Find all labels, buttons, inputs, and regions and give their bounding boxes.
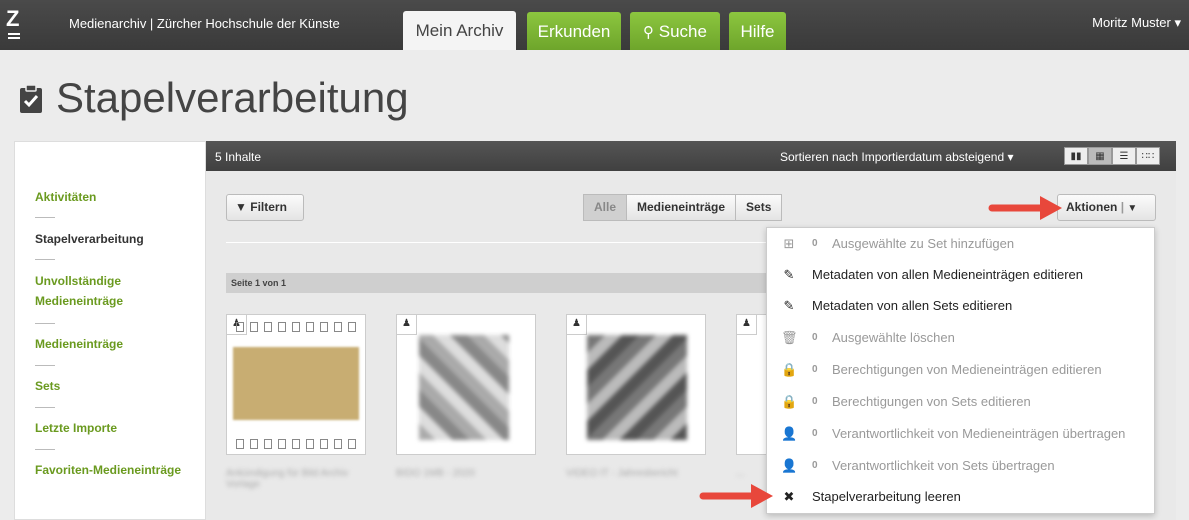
selected-count: 0 <box>812 428 818 439</box>
app-title[interactable]: Medienarchiv | Zürcher Hochschule der Kü… <box>69 16 340 31</box>
zhdk-logo[interactable]: Z <box>6 8 28 42</box>
trash-icon: 🗑 <box>781 330 798 345</box>
page-indicator: Seite 1 von 1 <box>226 273 766 293</box>
result-count: 5 Inhalte <box>215 150 262 164</box>
thumbnail-image <box>419 335 509 440</box>
menu-item-label: Berechtigungen von Sets editieren <box>832 394 1031 409</box>
thumbnail-caption: VIDEO IT - Jahresbericht <box>566 468 678 479</box>
menu-item-delete-selected[interactable]: 🗑 0 Ausgewählte löschen <box>767 322 1154 354</box>
sidebar-item-sets[interactable]: Sets <box>35 376 195 396</box>
top-bar: Z Medienarchiv | Zürcher Hochschule der … <box>0 0 1189 50</box>
page-title: Stapelverarbeitung <box>56 74 409 121</box>
menu-item-transfer-media-responsibility[interactable]: 👤 0 Verantwortlichkeit von Medieneinträg… <box>767 418 1154 450</box>
menu-item-set-permissions[interactable]: 🔒 0 Berechtigungen von Sets editieren <box>767 386 1154 418</box>
menu-item-media-permissions[interactable]: 🔒 0 Berechtigungen von Medieneinträgen e… <box>767 354 1154 386</box>
selected-count: 0 <box>812 460 818 471</box>
thumbnail-image <box>587 335 687 440</box>
annotation-arrow <box>988 196 1062 220</box>
menu-item-edit-media-metadata[interactable]: ✎ Metadaten von allen Medieneinträgen ed… <box>767 259 1154 291</box>
user-group-icon: ♟ <box>737 315 757 335</box>
menu-item-label: Stapelverarbeitung leeren <box>812 489 961 504</box>
media-entry-thumbnail[interactable]: ♟ <box>396 314 536 455</box>
view-list-icon[interactable]: ☰ <box>1112 147 1136 165</box>
user-group-icon: ♟ <box>397 315 417 335</box>
sidebar-separator <box>35 449 55 450</box>
sidebar-separator <box>35 323 55 324</box>
sort-dropdown[interactable]: Sortieren nach Importierdatum absteigend… <box>780 150 1013 164</box>
selected-count: 0 <box>812 238 818 249</box>
menu-item-label: Verantwortlichkeit von Sets übertragen <box>832 458 1055 473</box>
type-filter: Alle Medieneinträge Sets <box>583 194 783 221</box>
tab-suche[interactable]: ⚲ Suche <box>630 12 720 50</box>
tab-hilfe[interactable]: Hilfe <box>729 12 786 50</box>
filmstrip-bottom <box>227 437 365 451</box>
menu-item-edit-set-metadata[interactable]: ✎ Metadaten von allen Sets editieren <box>767 290 1154 322</box>
sidebar-item-unvollstaendige[interactable]: Unvollständige Medieneinträge <box>35 271 195 311</box>
clipboard-check-icon <box>20 84 42 113</box>
view-grid-icon[interactable]: ▦ <box>1088 147 1112 165</box>
actions-menu: ⊞ 0 Ausgewählte zu Set hinzufügen ✎ Meta… <box>766 227 1155 514</box>
filmstrip-top <box>227 320 365 334</box>
media-entry-thumbnail[interactable]: ♟ <box>226 314 366 455</box>
menu-item-label: Berechtigungen von Medieneinträgen editi… <box>832 362 1102 377</box>
menu-item-label: Metadaten von allen Medieneinträgen edit… <box>812 267 1084 282</box>
sidebar-item-medieneintraege[interactable]: Medieneinträge <box>35 334 195 354</box>
search-icon: ⚲ <box>643 24 655 41</box>
sidebar-item-aktivitaeten[interactable]: Aktivitäten <box>35 187 195 207</box>
media-entry-thumbnail[interactable]: ♟ <box>566 314 706 455</box>
actions-label: Aktionen <box>1066 200 1118 214</box>
sidebar-item-stapelverarbeitung[interactable]: Stapelverarbeitung <box>35 229 195 249</box>
sidebar-item-favoriten[interactable]: Favoriten-Medieneinträge <box>35 460 195 480</box>
segment-medieneintraege[interactable]: Medieneinträge <box>626 194 737 221</box>
thumbnail-image <box>233 347 359 420</box>
menu-item-label: Ausgewählte löschen <box>832 330 955 345</box>
selected-count: 0 <box>812 396 818 407</box>
sidebar-separator <box>35 259 55 260</box>
results-header: 5 Inhalte Sortieren nach Importierdatum … <box>206 141 1176 171</box>
sidebar-separator <box>35 365 55 366</box>
annotation-arrow <box>699 484 773 508</box>
view-tiles-icon[interactable]: ∷∷ <box>1136 147 1160 165</box>
menu-item-transfer-set-responsibility[interactable]: 👤 0 Verantwortlichkeit von Sets übertrag… <box>767 450 1154 482</box>
thumbnail-caption: BIDO 1MB - 2020 <box>396 468 475 479</box>
menu-item-label: Ausgewählte zu Set hinzufügen <box>832 236 1015 251</box>
selected-count: 0 <box>812 332 818 343</box>
add-to-set-icon: ⊞ <box>783 236 795 251</box>
view-switcher: ▮▮ ▦ ☰ ∷∷ <box>1064 147 1160 165</box>
filter-label: Filtern <box>250 200 287 214</box>
user-icon: 👤 <box>781 458 798 473</box>
segment-sets[interactable]: Sets <box>735 194 783 221</box>
thumbnail-caption: Ankündigung für Bild Archiv Vorlage <box>226 468 349 490</box>
user-icon: 👤 <box>781 426 798 441</box>
user-group-icon: ♟ <box>567 315 587 335</box>
segment-alle[interactable]: Alle <box>583 194 628 221</box>
tab-erkunden[interactable]: Erkunden <box>527 12 621 50</box>
actions-button[interactable]: Aktionen | ▼ <box>1057 194 1156 221</box>
menu-item-clear-batch[interactable]: ✖ Stapelverarbeitung leeren <box>767 481 1154 513</box>
lock-icon: 🔒 <box>781 394 798 409</box>
sidebar-separator <box>35 407 55 408</box>
selected-count: 0 <box>812 364 818 375</box>
menu-item-label: Metadaten von allen Sets editieren <box>812 298 1013 313</box>
sidebar: Aktivitäten Stapelverarbeitung Unvollstä… <box>14 141 206 520</box>
sidebar-item-letzte-importe[interactable]: Letzte Importe <box>35 418 195 438</box>
view-columns-icon[interactable]: ▮▮ <box>1064 147 1088 165</box>
user-menu[interactable]: Moritz Muster ▾ <box>1092 15 1181 31</box>
filter-button[interactable]: ▼ Filtern <box>226 194 304 221</box>
tab-suche-label: Suche <box>658 22 707 41</box>
tab-mein-archiv[interactable]: Mein Archiv <box>403 11 516 50</box>
close-icon: ✖ <box>783 489 795 504</box>
divider <box>226 242 766 243</box>
logo-letter: Z <box>6 6 20 31</box>
filter-icon: ▼ <box>235 200 247 214</box>
lock-icon: 🔒 <box>781 362 798 377</box>
caret-down-icon: ▼ <box>1127 203 1138 214</box>
menu-item-label: Verantwortlichkeit von Medieneinträgen ü… <box>832 426 1126 441</box>
menu-item-add-to-set[interactable]: ⊞ 0 Ausgewählte zu Set hinzufügen <box>767 228 1154 260</box>
sidebar-separator <box>35 217 55 218</box>
pencil-icon: ✎ <box>783 298 795 313</box>
pencil-icon: ✎ <box>783 267 795 282</box>
